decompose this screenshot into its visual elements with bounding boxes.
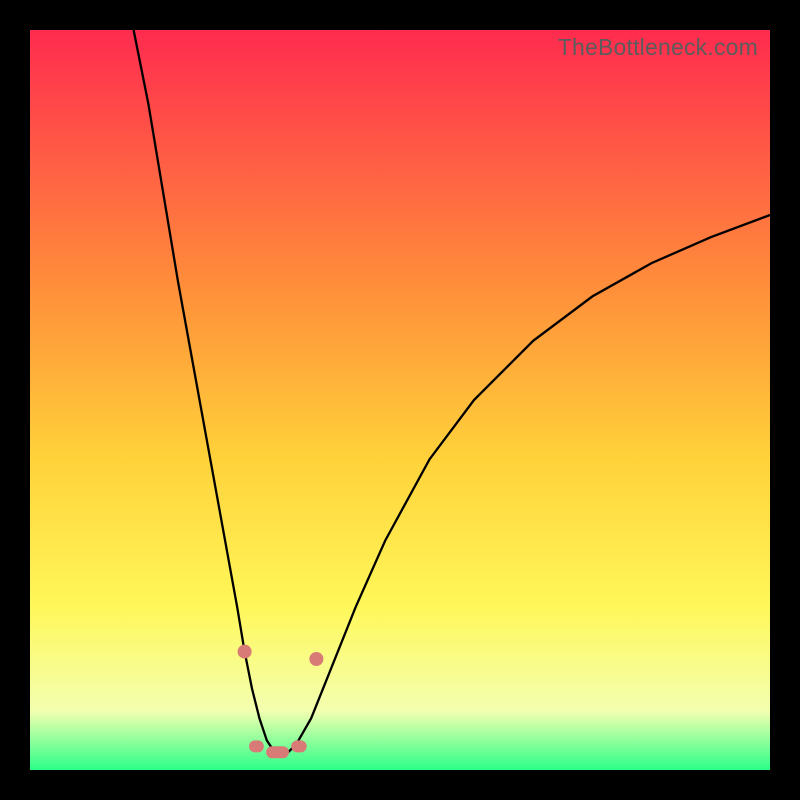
marker-floor-segment-1 [266, 746, 289, 758]
bottleneck-curve [134, 30, 770, 754]
outer-frame: TheBottleneck.com [0, 0, 800, 800]
marker-floor-segment-2 [291, 740, 307, 752]
marker-floor-segment-0 [249, 740, 264, 752]
marker-dot-right [309, 652, 323, 666]
curve-layer [30, 30, 770, 770]
marker-layer [238, 645, 324, 759]
marker-dot-left [238, 645, 252, 659]
plot-area: TheBottleneck.com [30, 30, 770, 770]
